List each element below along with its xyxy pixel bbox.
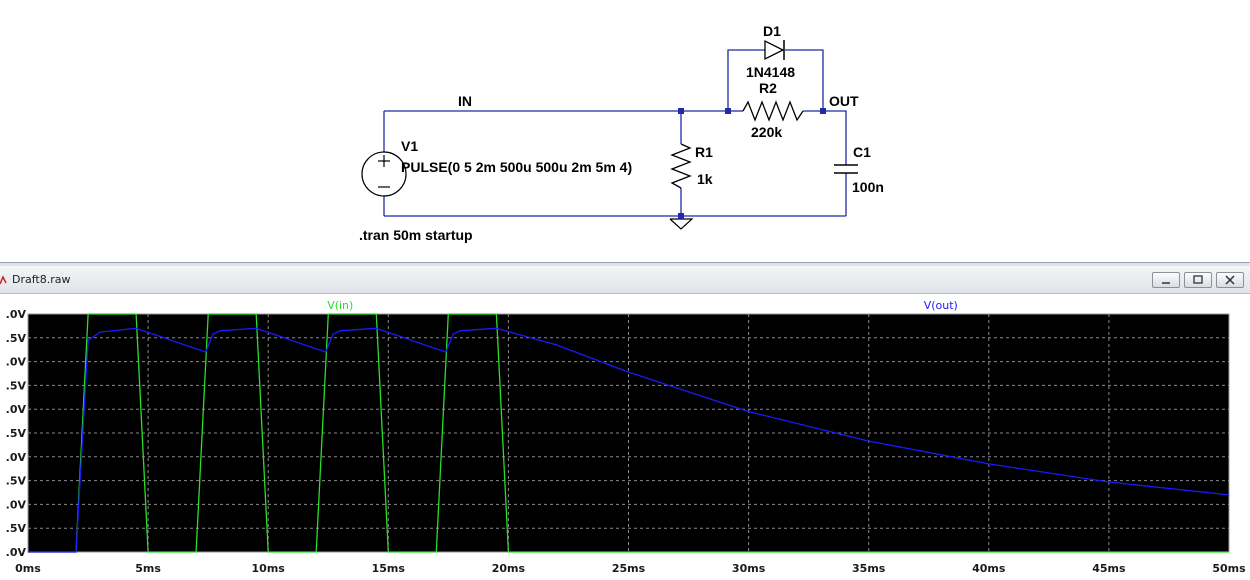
waveform-chart[interactable]: 0ms 5ms 10ms 15ms 20ms 25ms 30ms 35ms 40ms 45ms 50… xyxy=(0,294,1250,580)
waveform-icon xyxy=(0,275,7,285)
waveform-plot-area[interactable]: 0ms 5ms 10ms 15ms 20ms 25ms 30ms 35ms 40ms 45ms 50… xyxy=(0,294,1250,580)
y-tick-label: .5V xyxy=(6,427,27,440)
close-icon xyxy=(1225,275,1235,285)
v1-voltage-source[interactable] xyxy=(361,151,407,197)
x-tick-label: 15ms xyxy=(372,562,406,575)
window-titlebar[interactable]: Draft8.raw xyxy=(0,266,1250,294)
trace-label[interactable]: V(in) xyxy=(327,299,353,312)
schematic-canvas[interactable]: IN OUT D1 1N4148 R2 220k R1 1k C1 100n V… xyxy=(0,0,1250,262)
net-label-in[interactable]: IN xyxy=(458,93,472,109)
x-tick-label: 45ms xyxy=(1092,562,1126,575)
y-tick-label: .5V xyxy=(6,379,27,392)
c1-capacitor[interactable] xyxy=(834,164,858,174)
restore-icon xyxy=(1193,275,1203,284)
junction-r1-bottom xyxy=(678,213,684,219)
x-tick-label: 50ms xyxy=(1212,562,1246,575)
r1-name-label[interactable]: R1 xyxy=(695,144,713,160)
waveform-window: Draft8.raw 0ms 5ms 10ms 15ms 20ms 25ms 30ms 35m… xyxy=(0,266,1250,580)
r2-name-label[interactable]: R2 xyxy=(759,80,777,96)
y-tick-label: .0V xyxy=(6,498,27,511)
r1-value-label[interactable]: 1k xyxy=(697,171,713,187)
r2-resistor[interactable] xyxy=(742,100,804,122)
x-tick-label: 40ms xyxy=(972,562,1006,575)
minimize-button[interactable] xyxy=(1152,272,1180,288)
d1-model-label[interactable]: 1N4148 xyxy=(746,64,795,80)
trace-label[interactable]: V(out) xyxy=(924,299,958,312)
y-tick-label: .5V xyxy=(6,475,27,488)
tran-directive[interactable]: .tran 50m startup xyxy=(359,227,473,243)
v1-name-label[interactable]: V1 xyxy=(401,138,418,154)
y-tick-label: .5V xyxy=(6,522,27,535)
y-tick-label: .0V xyxy=(6,451,27,464)
r2-value-label[interactable]: 220k xyxy=(751,124,782,140)
net-label-out[interactable]: OUT xyxy=(829,93,859,109)
x-tick-label: 35ms xyxy=(852,562,886,575)
junction-out xyxy=(820,108,826,114)
x-tick-label: 0ms xyxy=(15,562,41,575)
restore-button[interactable] xyxy=(1184,272,1212,288)
c1-value-label[interactable]: 100n xyxy=(852,179,884,195)
schematic-drawing[interactable]: IN OUT D1 1N4148 R2 220k R1 1k C1 100n V… xyxy=(0,0,1250,262)
y-tick-label: .5V xyxy=(6,332,27,345)
close-button[interactable] xyxy=(1216,272,1244,288)
y-tick-label: .0V xyxy=(6,546,27,559)
c1-name-label[interactable]: C1 xyxy=(853,144,871,160)
v1-value-label[interactable]: PULSE(0 5 2m 500u 500u 2m 5m 4) xyxy=(401,159,632,175)
x-tick-label: 5ms xyxy=(135,562,161,575)
y-tick-label: .0V xyxy=(6,356,27,369)
wire-out[interactable] xyxy=(823,110,847,165)
window-title: Draft8.raw xyxy=(12,273,71,286)
x-tick-label: 25ms xyxy=(612,562,646,575)
ground-icon[interactable] xyxy=(669,218,694,230)
y-tick-label: .0V xyxy=(6,403,27,416)
x-tick-label: 30ms xyxy=(732,562,766,575)
d1-diode[interactable] xyxy=(764,39,785,61)
wire-d1-right[interactable] xyxy=(785,49,824,111)
junction-r1-top xyxy=(678,108,684,114)
junction-d1-left xyxy=(725,108,731,114)
r1-resistor[interactable] xyxy=(670,143,692,189)
minimize-icon xyxy=(1162,282,1170,284)
y-tick-label: .0V xyxy=(6,308,27,321)
x-tick-label: 20ms xyxy=(492,562,526,575)
x-tick-label: 10ms xyxy=(252,562,286,575)
d1-name-label[interactable]: D1 xyxy=(763,23,781,39)
